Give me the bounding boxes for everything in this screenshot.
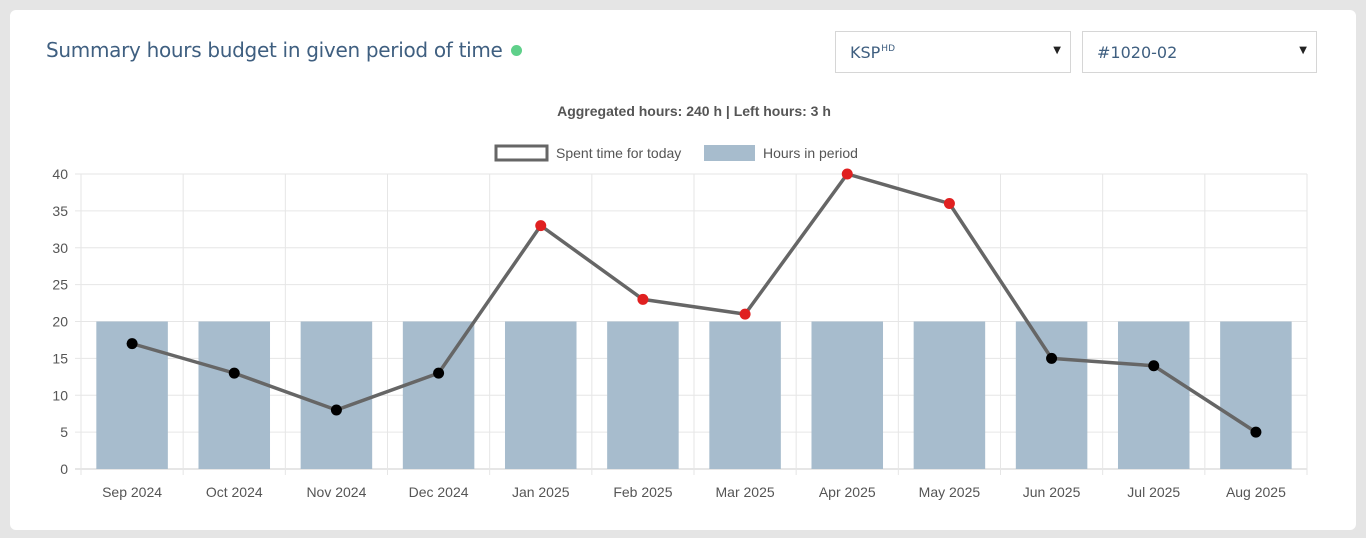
legend-swatch-spent — [494, 144, 549, 162]
point-spent-time — [943, 198, 955, 209]
point-spent-time — [637, 293, 649, 305]
bar-hours-in-period — [1117, 321, 1190, 469]
y-tick-label: 15 — [52, 350, 68, 366]
bar-hours-in-period — [913, 321, 986, 469]
x-tick-label: Jan 2025 — [512, 484, 570, 500]
bar-hours-in-period — [811, 321, 884, 469]
x-tick-label: Feb 2025 — [613, 484, 672, 500]
y-tick-label: 0 — [60, 461, 68, 477]
y-tick-label: 20 — [52, 314, 68, 330]
x-tick-label: Mar 2025 — [716, 484, 775, 500]
x-tick-label: Jun 2025 — [1023, 484, 1081, 500]
hours-chart: Aggregated hours: 240 h | Left hours: 3 … — [52, 103, 1308, 500]
point-spent-time — [535, 220, 547, 232]
point-spent-time — [433, 367, 445, 379]
y-tick-label: 35 — [52, 203, 68, 219]
x-tick-label: Dec 2024 — [409, 484, 469, 500]
bar-hours-in-period — [198, 321, 271, 469]
y-tick-label: 25 — [52, 277, 68, 293]
x-tick-label: May 2025 — [919, 484, 981, 500]
bar-hours-in-period — [402, 321, 475, 469]
point-spent-time — [1046, 352, 1058, 364]
point-spent-time — [739, 308, 751, 320]
bar-hours-in-period — [1015, 321, 1088, 469]
y-tick-label: 10 — [52, 387, 68, 403]
bar-hours-in-period — [607, 321, 679, 469]
legend-swatch-hours — [704, 145, 755, 161]
point-spent-time — [330, 404, 342, 416]
x-tick-label: Aug 2025 — [1226, 484, 1286, 500]
bar-hours-in-period — [1220, 321, 1292, 469]
bar-hours-in-period — [300, 321, 373, 469]
point-spent-time — [1148, 360, 1160, 372]
legend-label-spent: Spent time for today — [556, 145, 681, 161]
chart-title: Aggregated hours: 240 h | Left hours: 3 … — [557, 103, 831, 119]
y-tick-label: 30 — [52, 240, 68, 256]
x-tick-label: Jul 2025 — [1127, 484, 1180, 500]
bar-hours-in-period — [504, 321, 577, 469]
summary-card: Summary hours budget in given period of … — [10, 10, 1356, 530]
x-tick-label: Oct 2024 — [206, 484, 263, 500]
point-spent-time — [841, 168, 853, 180]
y-tick-label: 40 — [52, 166, 68, 182]
bar-hours-in-period — [709, 321, 781, 469]
point-spent-time — [228, 367, 240, 379]
y-tick-label: 5 — [60, 424, 68, 440]
x-tick-label: Sep 2024 — [102, 484, 162, 500]
point-spent-time — [1250, 426, 1262, 438]
legend-label-hours: Hours in period — [763, 145, 858, 161]
point-spent-time — [126, 338, 138, 350]
x-tick-label: Apr 2025 — [819, 484, 876, 500]
x-tick-label: Nov 2024 — [306, 484, 366, 500]
